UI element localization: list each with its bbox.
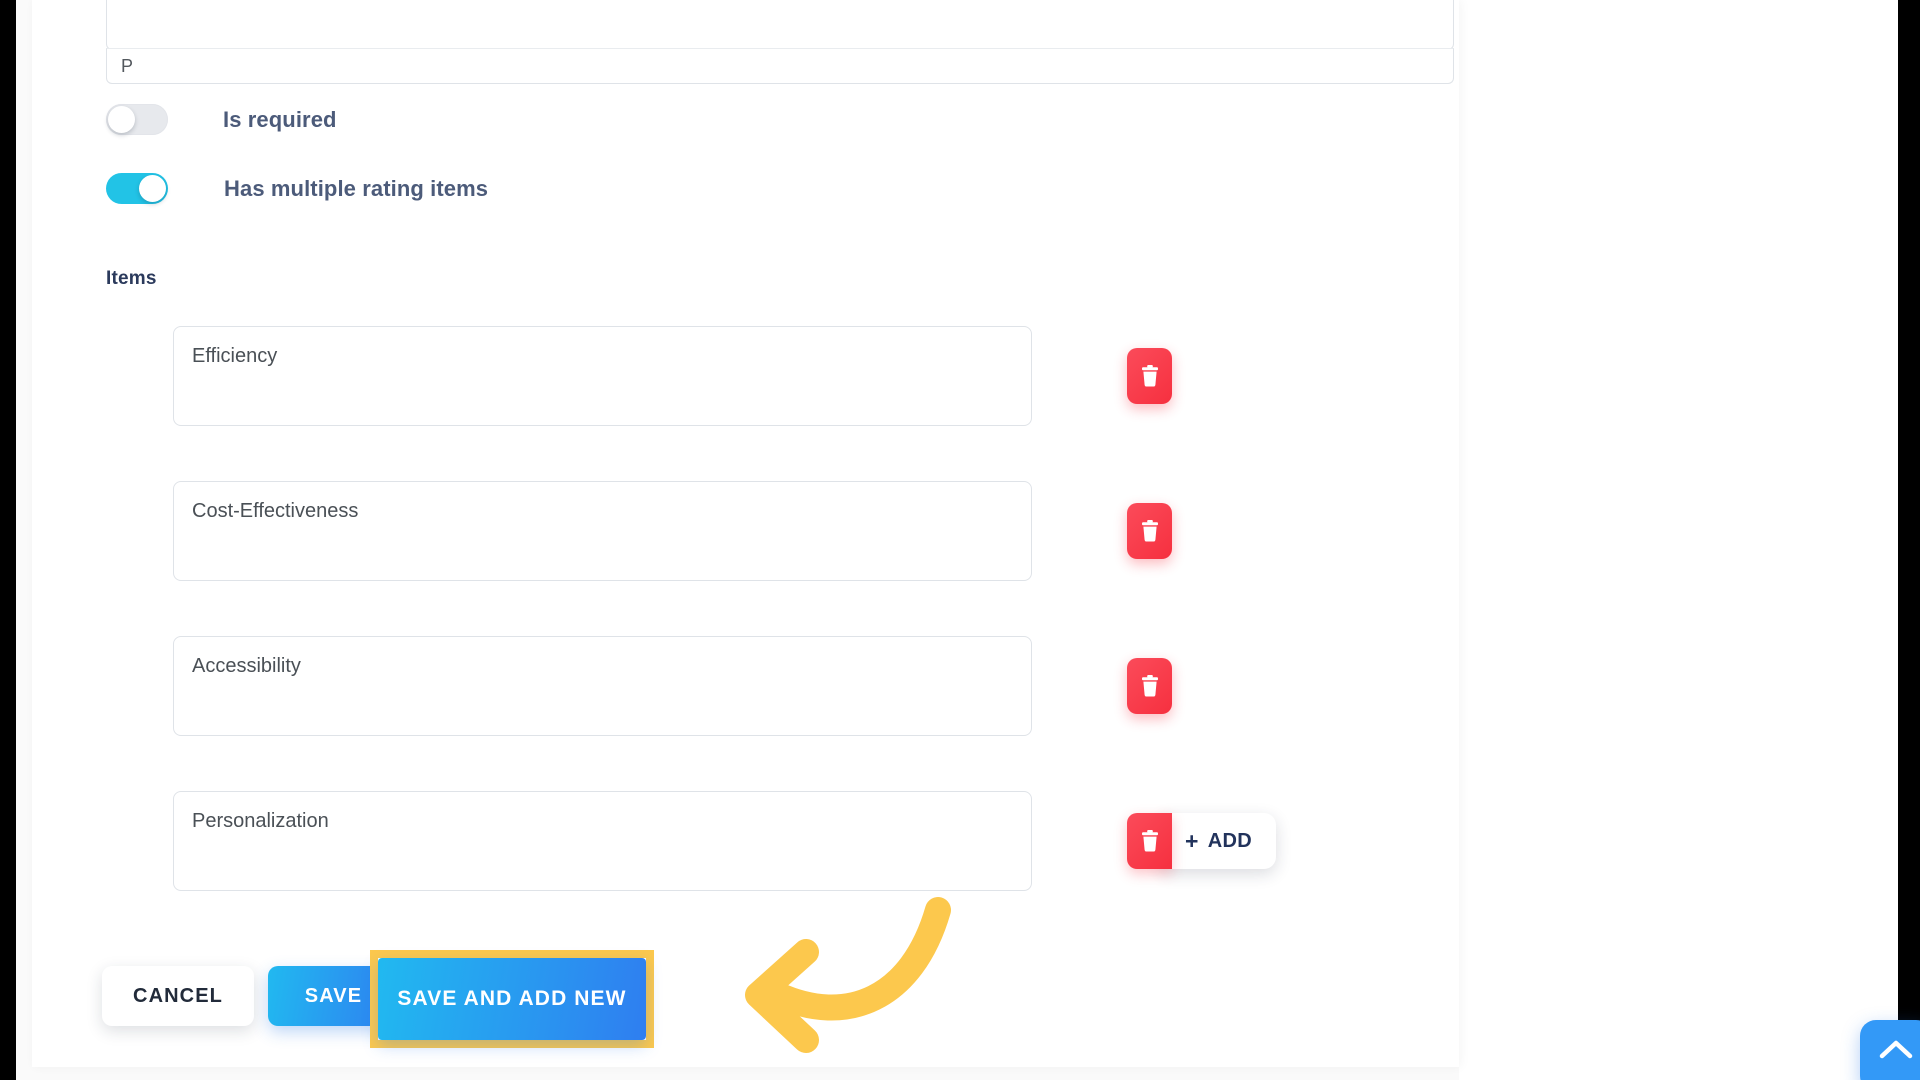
item-row: [32, 481, 1459, 581]
toggle-knob: [139, 175, 166, 202]
right-blank-area: [1459, 0, 1898, 1080]
toggle-row-has-multiple-rating-items[interactable]: Has multiple rating items: [106, 173, 488, 204]
short-text-field[interactable]: [106, 48, 1454, 84]
items-section-label: Items: [106, 268, 157, 289]
delete-item-button[interactable]: [1127, 658, 1172, 714]
is-required-label: Is required: [223, 106, 337, 132]
has-multiple-rating-items-toggle[interactable]: [106, 173, 168, 204]
delete-item-button[interactable]: [1127, 503, 1172, 559]
scroll-to-top-button[interactable]: [1860, 1020, 1920, 1080]
save-and-add-new-button[interactable]: SAVE AND ADD NEW: [378, 958, 646, 1040]
is-required-toggle[interactable]: [106, 104, 168, 135]
trash-icon: [1140, 520, 1160, 542]
form-card: Is required Has multiple rating items It…: [32, 0, 1459, 1067]
delete-item-button[interactable]: [1127, 348, 1172, 404]
toggle-row-is-required[interactable]: Is required: [106, 104, 337, 135]
has-multiple-rating-items-label: Has multiple rating items: [224, 175, 489, 201]
item-row: [32, 636, 1459, 736]
save-and-add-new-highlight: SAVE AND ADD NEW: [370, 950, 654, 1048]
trash-icon: [1140, 830, 1160, 852]
delete-item-button[interactable]: [1127, 813, 1172, 869]
item-row: [32, 326, 1459, 426]
item-text-field[interactable]: [173, 481, 1032, 581]
item-text-field[interactable]: [173, 636, 1032, 736]
plus-icon: +: [1185, 827, 1199, 854]
add-item-label: ADD: [1207, 829, 1252, 852]
item-text-field[interactable]: [173, 326, 1032, 426]
cancel-button[interactable]: CANCEL: [102, 966, 254, 1026]
toggle-knob: [108, 106, 135, 133]
item-text-field[interactable]: [173, 791, 1032, 891]
trash-icon: [1140, 675, 1160, 697]
item-row: + ADD: [32, 791, 1459, 891]
form-footer: CANCEL SAVE: [32, 958, 1459, 1038]
trash-icon: [1140, 365, 1160, 387]
screen: Is required Has multiple rating items It…: [0, 0, 1920, 1080]
add-item-button[interactable]: + ADD: [1161, 813, 1276, 869]
chevron-up-icon: [1879, 1038, 1913, 1063]
description-textarea[interactable]: [106, 0, 1454, 50]
